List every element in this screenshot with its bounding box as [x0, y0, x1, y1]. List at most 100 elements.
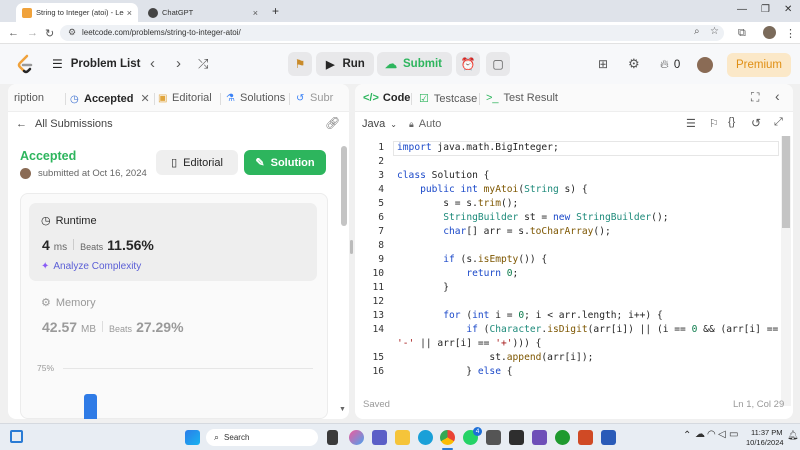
- copilot-icon[interactable]: [349, 430, 364, 445]
- code-line[interactable]: '-' || arr[i] == '+'))) {: [355, 338, 779, 352]
- code-editor[interactable]: 1 import java.math.BigInteger; 2 3 class Sol…: [355, 141, 779, 392]
- taskbar-search-box[interactable]: ⌕ Search: [206, 429, 318, 446]
- battery-icon[interactable]: ▭: [729, 429, 738, 440]
- editor-scrollbar-track[interactable]: [781, 136, 791, 406]
- tab-testcase[interactable]: ☑ Testcase: [419, 92, 477, 106]
- forward-icon[interactable]: →: [27, 27, 38, 39]
- streak-counter[interactable]: 🔥︎ 0: [660, 57, 680, 72]
- new-tab-button[interactable]: +: [272, 4, 279, 18]
- solution-button[interactable]: ✎ Solution: [244, 150, 326, 175]
- analyze-complexity-link[interactable]: ✦ Analyze Complexity: [41, 261, 141, 272]
- volume-icon[interactable]: ◁: [718, 429, 726, 440]
- chrome-icon[interactable]: [440, 430, 455, 445]
- clock-date[interactable]: 10/16/2024: [746, 438, 784, 447]
- layout-grid-icon[interactable]: ⊞: [598, 57, 608, 71]
- tab-submissions[interactable]: ↺ Subr: [296, 92, 333, 104]
- code-line[interactable]: 3 class Solution {: [355, 170, 779, 184]
- clock-time[interactable]: 11:37 PM: [751, 428, 783, 437]
- code-line[interactable]: 7 char[] arr = s.toCharArray();: [355, 226, 779, 240]
- code-line[interactable]: 15 st.append(arr[i]);: [355, 352, 779, 366]
- fullscreen-editor-icon[interactable]: ⤢: [774, 116, 783, 129]
- close-tab-icon[interactable]: ×: [253, 8, 258, 18]
- browser-tab-chatgpt[interactable]: ChatGPT ×: [142, 3, 264, 22]
- tab-solutions[interactable]: ⚗ Solutions: [226, 92, 285, 104]
- tab-editorial[interactable]: ▣ Editorial: [158, 92, 212, 104]
- tab-description[interactable]: ription: [14, 92, 44, 104]
- window-close-icon[interactable]: ✕: [784, 4, 792, 15]
- bookmark-star-icon[interactable]: ☆: [710, 26, 719, 37]
- collapse-panel-icon[interactable]: ‹: [775, 88, 780, 104]
- run-button[interactable]: ▶ Run: [316, 52, 374, 76]
- language-select[interactable]: Java ⌄: [362, 118, 397, 130]
- code-line[interactable]: 16 } else {: [355, 366, 779, 380]
- timer-button[interactable]: ⏰: [456, 52, 480, 76]
- code-line[interactable]: 14 if (Character.isDigit(arr[i]) || (i =…: [355, 324, 779, 338]
- task-view-icon[interactable]: [327, 430, 338, 445]
- back-icon[interactable]: ←: [8, 27, 19, 39]
- cloud-icon[interactable]: ☁: [695, 429, 705, 440]
- start-windows-icon[interactable]: [185, 430, 200, 445]
- extensions-icon[interactable]: ⧉: [738, 27, 746, 40]
- visual-studio-icon[interactable]: [532, 430, 547, 445]
- close-tab-icon[interactable]: ×: [127, 8, 132, 18]
- code-line[interactable]: 2: [355, 156, 779, 170]
- tab-accepted[interactable]: ◷ Accepted ✕: [70, 92, 150, 106]
- code-line[interactable]: 6 StringBuilder st = new StringBuilder()…: [355, 212, 779, 226]
- leetcode-logo-icon[interactable]: [16, 54, 34, 74]
- shuffle-icon[interactable]: ⤮: [198, 56, 208, 72]
- code-line[interactable]: 11 }: [355, 282, 779, 296]
- problem-list-button[interactable]: ☰ Problem List: [52, 57, 140, 71]
- submit-button[interactable]: ☁ Submit: [377, 52, 452, 76]
- teams-icon[interactable]: [372, 430, 387, 445]
- url-text[interactable]: leetcode.com/problems/string-to-integer-…: [82, 28, 241, 37]
- notifications-bell-icon[interactable]: 🔔︎: [787, 430, 798, 441]
- chart-bar-highlight[interactable]: [84, 394, 97, 419]
- code-line[interactable]: 13 for (int i = 0; i < arr.length; i++) …: [355, 310, 779, 324]
- code-line[interactable]: 5 s = s.trim();: [355, 198, 779, 212]
- panel-resize-handle[interactable]: [350, 240, 353, 254]
- zoom-icon[interactable]: ⌕: [694, 26, 700, 37]
- code-line[interactable]: 10 return 0;: [355, 268, 779, 282]
- notes-button[interactable]: ▢: [486, 52, 510, 76]
- code-line[interactable]: 9 if (s.isEmpty()) {: [355, 254, 779, 268]
- premium-button[interactable]: Premium: [727, 53, 791, 77]
- profile-avatar[interactable]: [763, 26, 776, 39]
- xbox-icon[interactable]: [555, 430, 570, 445]
- memory-section[interactable]: ⚙ Memory 42.57 MB Beats 27.29%: [29, 286, 317, 346]
- format-code-icon[interactable]: ☰: [686, 117, 696, 130]
- prev-problem-icon[interactable]: ‹: [150, 55, 155, 72]
- bookmark-icon[interactable]: ⚐: [709, 117, 719, 130]
- maximize-panel-icon[interactable]: ⛶: [751, 90, 759, 105]
- left-scrollbar-thumb[interactable]: [341, 146, 347, 226]
- code-line[interactable]: 12: [355, 296, 779, 310]
- browser-menu-icon[interactable]: ⋮: [785, 27, 796, 40]
- braces-icon[interactable]: {}: [728, 116, 735, 128]
- tray-chevron-icon[interactable]: ⌃: [683, 430, 691, 441]
- tab-code[interactable]: </> Code: [363, 92, 410, 104]
- close-tab-icon[interactable]: ✕: [141, 92, 150, 105]
- autocomplete-mode[interactable]: 🔒︎ Auto: [409, 118, 441, 130]
- app-cube-icon[interactable]: [486, 430, 501, 445]
- wifi-icon[interactable]: ◠: [707, 429, 716, 440]
- url-omnibox[interactable]: ⚙ leetcode.com/problems/string-to-intege…: [60, 25, 724, 41]
- widgets-icon[interactable]: [10, 430, 23, 443]
- word-icon[interactable]: [601, 430, 616, 445]
- share-link-icon[interactable]: 🔗︎: [325, 116, 340, 130]
- editor-scrollbar-thumb[interactable]: [782, 136, 790, 228]
- user-avatar[interactable]: [697, 57, 713, 73]
- code-line[interactable]: 8: [355, 240, 779, 254]
- next-problem-icon[interactable]: ›: [176, 55, 181, 72]
- file-explorer-icon[interactable]: [395, 430, 410, 445]
- site-info-icon[interactable]: ⚙: [68, 27, 76, 38]
- scroll-down-arrow-icon[interactable]: ▼: [339, 406, 346, 413]
- tab-test-result[interactable]: >_ Test Result: [486, 92, 558, 104]
- powerpoint-icon[interactable]: [578, 430, 593, 445]
- runtime-card[interactable]: ◷ Runtime 4 ms Beats 11.56% ✦ Analyze Co…: [29, 203, 317, 281]
- maximize-icon[interactable]: ❐: [761, 4, 770, 15]
- reload-icon[interactable]: ↻: [45, 27, 54, 40]
- code-line[interactable]: 4 public int myAtoi(String s) {: [355, 184, 779, 198]
- all-submissions-link[interactable]: ← All Submissions: [16, 118, 113, 130]
- left-scrollbar-track[interactable]: [341, 146, 347, 414]
- debugger-button[interactable]: ⚑: [288, 52, 312, 76]
- code-line[interactable]: 1 import java.math.BigInteger;: [355, 141, 779, 156]
